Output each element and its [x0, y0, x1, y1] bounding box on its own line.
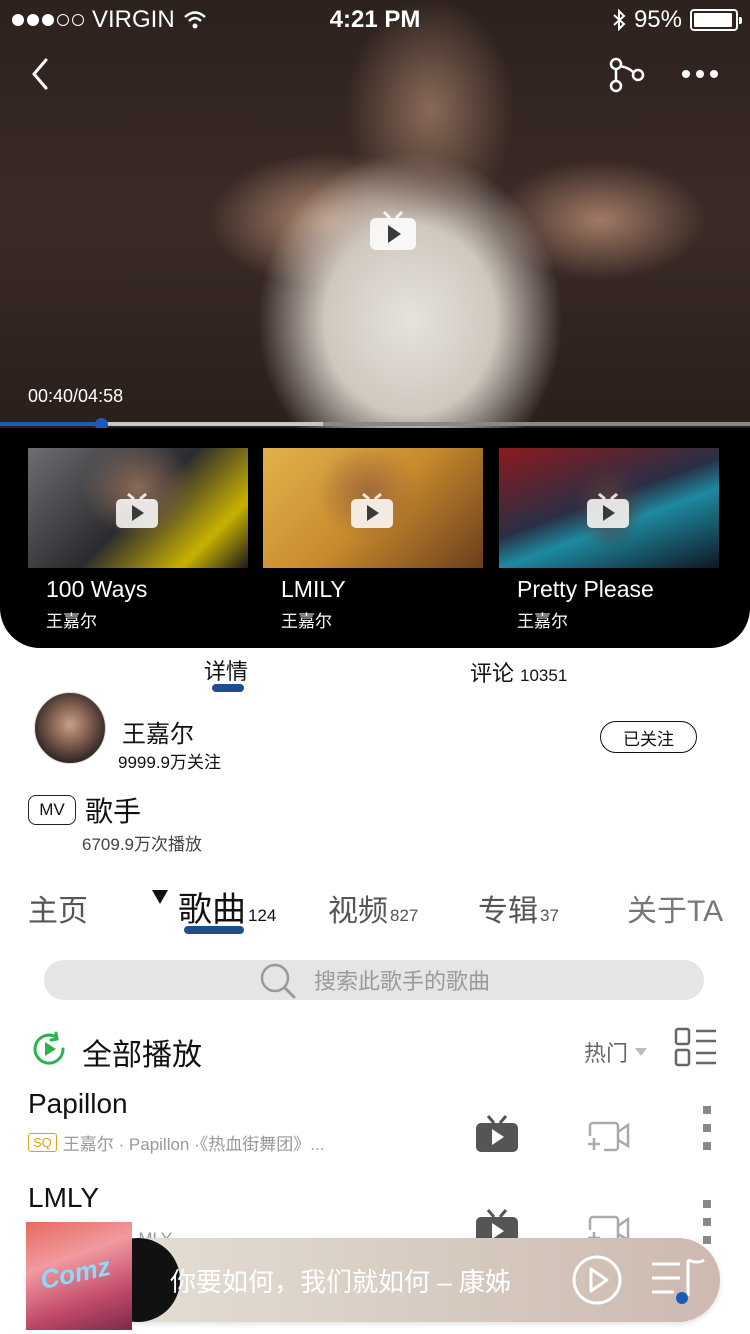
- mv-title: 歌手: [85, 796, 142, 827]
- video-thumbnail[interactable]: [499, 448, 719, 568]
- album-art: Comz: [26, 1222, 132, 1330]
- mv-play-count: 6709.9万次播放: [82, 835, 202, 854]
- tab-home-label: 主页: [28, 895, 88, 928]
- tab-comments-label: 评论: [470, 661, 515, 686]
- playback-time: 00:40/04:58: [28, 386, 124, 406]
- video-artist: 王嘉尔: [46, 612, 97, 631]
- play-button[interactable]: [571, 1254, 623, 1306]
- tab-about[interactable]: 关于TA: [627, 886, 723, 930]
- related-video-card[interactable]: 100 Ways 王嘉尔: [28, 448, 248, 632]
- tab-videos-count: 827: [390, 906, 419, 925]
- tab-songs-label: 歌曲: [178, 891, 246, 929]
- tab-videos[interactable]: 视频 827: [328, 886, 418, 930]
- related-videos: 100 Ways 王嘉尔 LMILY 王嘉尔 Pretty Please 王嘉尔: [0, 428, 750, 648]
- play-all-icon[interactable]: [30, 1030, 68, 1068]
- play-icon[interactable]: [368, 210, 418, 252]
- status-bar: VIRGIN 4:21 PM 95%: [0, 0, 750, 40]
- related-video-card[interactable]: LMILY 王嘉尔: [263, 448, 483, 632]
- tab-songs[interactable]: 歌曲 124: [178, 882, 276, 931]
- video-thumbnail[interactable]: [263, 448, 483, 568]
- tab-songs-count: 124: [248, 906, 277, 925]
- play-icon: [587, 492, 629, 528]
- more-icon[interactable]: [678, 60, 722, 88]
- mv-icon[interactable]: [474, 1114, 520, 1154]
- video-artist: 王嘉尔: [281, 612, 332, 631]
- now-playing-title: 你要如何，我们就如何 – 康姊: [170, 1267, 511, 1297]
- song-title: Papillon: [28, 1088, 128, 1119]
- related-video-card[interactable]: Pretty Please 王嘉尔: [499, 448, 719, 632]
- tab-details-indicator: [212, 684, 244, 692]
- sort-dropdown[interactable]: 热门: [584, 1036, 648, 1068]
- follow-button[interactable]: 已关注: [600, 721, 697, 753]
- mv-badge: MV: [28, 795, 76, 825]
- artist-name[interactable]: 王嘉尔: [122, 714, 194, 749]
- progress-bar[interactable]: [0, 418, 750, 431]
- video-title: 100 Ways: [46, 576, 148, 602]
- battery-icon: [690, 9, 742, 31]
- playlist-queue-icon[interactable]: [650, 1256, 708, 1308]
- song-title: LMLY: [28, 1182, 100, 1213]
- album-cover[interactable]: Comz: [26, 1222, 180, 1330]
- chevron-down-icon: [635, 1048, 648, 1056]
- tab-videos-label: 视频: [328, 895, 388, 928]
- song-meta: 王嘉尔 · Papillon ·《热血街舞团》...: [62, 1135, 325, 1154]
- video-artist: 王嘉尔: [517, 612, 568, 631]
- tab-albums-label: 专辑: [478, 895, 538, 928]
- search-input[interactable]: 搜索此歌手的歌曲: [44, 960, 704, 1000]
- comments-count: 10351: [520, 666, 568, 685]
- tab-albums[interactable]: 专辑 37: [478, 886, 559, 930]
- video-player[interactable]: VIRGIN 4:21 PM 95% 00:40/04:58: [0, 0, 750, 431]
- play-icon: [116, 492, 158, 528]
- tab-comments[interactable]: 评论 10351: [470, 656, 567, 688]
- play-all-button[interactable]: 全部播放: [82, 1030, 202, 1074]
- tab-albums-count: 37: [540, 906, 559, 925]
- avatar[interactable]: [34, 692, 106, 764]
- tab-songs-indicator: [184, 926, 244, 934]
- list-view-icon[interactable]: [674, 1027, 718, 1067]
- battery-percent: 95%: [633, 6, 682, 33]
- bluetooth-icon: [613, 9, 626, 31]
- artist-followers: 9999.9万关注: [118, 753, 221, 772]
- more-vertical-icon[interactable]: [700, 1106, 714, 1152]
- search-icon: [260, 963, 296, 999]
- video-thumbnail[interactable]: [28, 448, 248, 568]
- tab-details-label: 详情: [204, 659, 249, 684]
- song-row[interactable]: Papillon SQ 王嘉尔 · Papillon ·《热血街舞团》...: [0, 1088, 750, 1178]
- back-button[interactable]: [22, 54, 62, 94]
- tab-about-label: 关于TA: [627, 895, 724, 928]
- sort-label: 热门: [584, 1041, 629, 1066]
- add-video-icon[interactable]: [584, 1114, 630, 1154]
- search-placeholder: 搜索此歌手的歌曲: [313, 969, 490, 994]
- sq-badge: SQ: [28, 1133, 57, 1152]
- tab-home[interactable]: 主页: [28, 886, 88, 930]
- play-icon: [351, 492, 393, 528]
- share-icon[interactable]: [606, 54, 648, 96]
- more-vertical-icon[interactable]: [700, 1200, 714, 1246]
- caret-down-icon: [152, 890, 168, 904]
- tab-details[interactable]: 详情: [204, 654, 248, 686]
- video-title: Pretty Please: [517, 576, 654, 602]
- video-title: LMILY: [281, 576, 346, 602]
- album-art-logo: Comz: [37, 1250, 114, 1296]
